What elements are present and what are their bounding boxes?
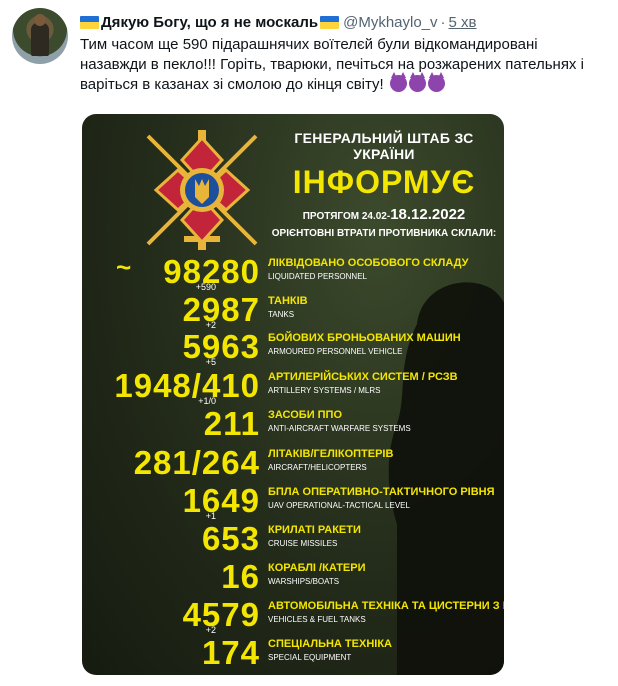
tweet-timestamp[interactable]: 5 хв	[449, 14, 477, 31]
stat-row-special-equipment: 174 СПЕЦІАЛЬНА ТЕХНІКА SPECIAL EQUIPMENT	[82, 634, 504, 675]
stat-label-ua: БПЛА ОПЕРАТИВНО-ТАКТИЧНОГО РІВНЯ	[268, 486, 495, 498]
stat-label-en: VEHICLES & FUEL TANKS	[268, 615, 366, 624]
stat-value: 174	[201, 634, 260, 671]
stat-value: 281/264	[133, 444, 260, 481]
ukraine-flag-icon	[80, 15, 99, 29]
smiling-devil-icon	[427, 72, 445, 92]
ukraine-flag-icon	[320, 15, 340, 29]
stat-row-personnel: ~ +590 98280 ЛІКВІДОВАНО ОСОБОВОГО СКЛАД…	[82, 252, 504, 296]
stat-label-en: SPECIAL EQUIPMENT	[268, 653, 352, 662]
stat-value: 5963	[182, 328, 260, 365]
smiling-devil-icon	[408, 72, 426, 92]
infographic-title: ГЕНЕРАЛЬНИЙ ШТАБ ЗС УКРАЇНИ	[294, 130, 474, 162]
avatar[interactable]	[12, 8, 68, 64]
user-handle[interactable]: @Mykhaylo_v	[343, 14, 437, 31]
approx-sign: ~	[116, 252, 132, 282]
stat-label-ua: СПЕЦІАЛЬНА ТЕХНІКА	[268, 638, 392, 650]
stat-value: 653	[201, 520, 260, 557]
stat-label-en: ARMOURED PERSONNEL VEHICLE	[268, 347, 403, 356]
stat-value: 1649	[182, 482, 260, 519]
stat-label-ua: КОРАБЛІ /КАТЕРИ	[268, 562, 366, 574]
display-name[interactable]: Дякую Богу, що я не москаль	[101, 14, 318, 31]
stat-row-artillery: +1/0 1948/410 АРТИЛЕРІЙСЬКИХ СИСТЕМ / РС…	[82, 367, 504, 410]
separator-dot: ·	[440, 13, 446, 31]
stat-row-warships: 16 КОРАБЛІ /КАТЕРИ WARSHIPS/BOATS	[82, 558, 504, 601]
stat-label-ua: ЗАСОБИ ППО	[268, 409, 343, 421]
stat-label-ua: КРИЛАТІ РАКЕТИ	[268, 524, 361, 536]
avatar-figure	[31, 22, 49, 56]
stat-row-vehicles: +2 4579 АВТОМОБІЛЬНА ТЕХНІКА ТА ЦИСТЕРНИ…	[82, 596, 504, 639]
stat-label-en: CRUISE MISSILES	[268, 539, 338, 548]
stat-label-ua: БОЙОВИХ БРОНЬОВАНИХ МАШИН	[268, 332, 461, 344]
infographic-headline: ІНФОРМУЄ	[292, 164, 476, 200]
stat-label-ua: АВТОМОБІЛЬНА ТЕХНІКА ТА ЦИСТЕРНИ З ПММ	[268, 600, 504, 612]
stat-row-air-defense: 211 ЗАСОБИ ППО ANTI-AIRCRAFT WARFARE SYS…	[82, 405, 504, 448]
tweet-body: Тим часом ще 590 підарашнячих воїтелєй б…	[80, 36, 584, 93]
stat-label-en: LIQUIDATED PERSONNEL	[268, 272, 367, 281]
stat-value: 2987	[182, 291, 260, 328]
infographic-image[interactable]: ГЕНЕРАЛЬНИЙ ШТАБ ЗС УКРАЇНИ ІНФОРМУЄ ПРО…	[82, 114, 504, 675]
tweet-header: Дякую Богу, що я не москаль @Mykhaylo_v …	[80, 10, 477, 34]
stat-label-en: TANKS	[268, 310, 295, 319]
stat-label-ua: ЛІКВІДОВАНО ОСОБОВОГО СКЛАДУ	[268, 257, 469, 269]
stat-label-ua: ЛІТАКІВ/ГЕЛІКОПТЕРІВ	[268, 448, 394, 460]
stat-value: 98280	[163, 253, 260, 290]
stat-label-en: ARTILLERY SYSTEMS / MLRS	[268, 386, 381, 395]
stat-label-en: UAV OPERATIONAL-TACTICAL LEVEL	[268, 501, 410, 510]
stat-row-cruise-missiles: 653 КРИЛАТІ РАКЕТИ CRUISE MISSILES	[82, 520, 504, 563]
stat-value: 4579	[182, 596, 260, 633]
stat-label-en: WARSHIPS/BOATS	[268, 577, 340, 586]
period-end-date: 18.12.2022	[390, 206, 466, 223]
stat-value: 211	[203, 405, 260, 442]
stat-row-aircraft: 281/264 ЛІТАКІВ/ГЕЛІКОПТЕРІВ AIRCRAFT/HE…	[82, 444, 504, 487]
emoji-group	[389, 72, 445, 92]
stat-label-en: ANTI-AIRCRAFT WARFARE SYSTEMS	[268, 424, 411, 433]
stat-value: 16	[221, 558, 260, 595]
stat-label-ua: ТАНКІВ	[268, 295, 308, 307]
stat-row-uav: +1 1649 БПЛА ОПЕРАТИВНО-ТАКТИЧНОГО РІВНЯ…	[82, 482, 504, 525]
stat-value: 1948/410	[114, 367, 260, 404]
smiling-devil-icon	[389, 72, 407, 92]
stat-label-ua: АРТИЛЕРІЙСЬКИХ СИСТЕМ / РСЗВ	[268, 371, 458, 383]
stat-row-armoured-vehicles: +5 5963 БОЙОВИХ БРОНЬОВАНИХ МАШИН ARMOUR…	[82, 328, 504, 371]
stat-row-tanks: +2 2987 ТАНКІВ TANKS	[82, 291, 504, 334]
armed-forces-emblem-icon	[146, 130, 258, 250]
tweet-text: Тим часом ще 590 підарашнячих воїтелєй б…	[80, 35, 600, 95]
period-prefix: ПРОТЯГОМ 24.02-	[302, 211, 391, 222]
avatar-head	[34, 14, 46, 26]
report-period: ПРОТЯГОМ 24.02-18.12.2022	[266, 206, 502, 223]
stat-label-en: AIRCRAFT/HELICOPTERS	[268, 463, 367, 472]
losses-subtitle: ОРІЄНТОВНІ ВТРАТИ ПРОТИВНИКА СКЛАЛИ:	[271, 228, 497, 239]
